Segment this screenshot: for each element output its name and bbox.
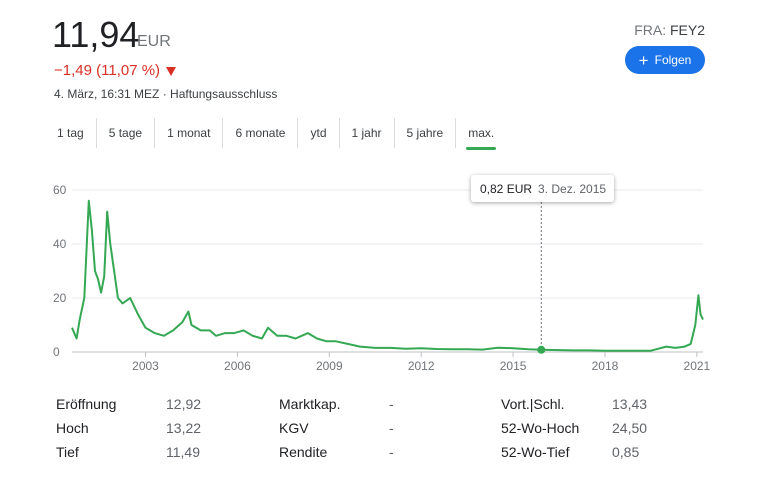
x-tick-label: 2015 <box>500 359 527 373</box>
stat-label: Vort.|Schl. <box>501 396 565 412</box>
x-tick-label: 2021 <box>684 359 711 373</box>
y-tick-label: 20 <box>53 291 67 305</box>
y-tick-label: 0 <box>53 345 60 359</box>
stat-value: 24,50 <box>612 420 648 436</box>
stat-label: Eröffnung <box>56 396 117 412</box>
tab-5-jahre[interactable]: 5 jahre <box>395 118 457 148</box>
plus-icon: + <box>638 50 649 70</box>
arrow-down-icon <box>166 67 177 76</box>
marker-point <box>537 345 546 354</box>
time-range-tabs: 1 tag 5 tage 1 monat 6 monate ytd 1 jahr… <box>45 118 506 150</box>
stat-value: 13,43 <box>612 396 648 412</box>
y-tick-label: 60 <box>53 183 67 197</box>
y-tick-label: 40 <box>53 237 67 251</box>
tab-1-tag[interactable]: 1 tag <box>45 118 97 148</box>
stats-row: Hoch 13,22 KGV - 52-Wo-Hoch 24,50 <box>56 420 706 444</box>
price-change-text: −1,49 (11,07 %) <box>54 62 161 79</box>
price-chart[interactable]: 60 40 20 0 2003 2006 2009 2012 2015 2018 2021 <box>0 170 769 380</box>
exchange-label: FRA: <box>634 22 667 38</box>
stock-price: 11,94 <box>52 14 140 55</box>
x-tick-label: 2003 <box>132 359 159 373</box>
tab-max[interactable]: max. <box>456 118 506 150</box>
stat-value: 11,49 <box>166 444 200 460</box>
stats-table: Eröffnung 12,92 Marktkap. - Vort.|Schl. 13,… <box>56 396 706 468</box>
stat-label: Tief <box>56 444 79 460</box>
stat-value: 13,22 <box>166 420 202 436</box>
ticker-symbol: FRA: FEY2 <box>634 22 705 38</box>
currency-label: EUR <box>137 33 171 50</box>
x-tick-label: 2018 <box>592 359 619 373</box>
stat-label: Rendite <box>279 444 328 460</box>
stats-row: Eröffnung 12,92 Marktkap. - Vort.|Schl. 13,… <box>56 396 706 420</box>
chart-tooltip: 0,82 EUR 3. Dez. 2015 <box>471 175 614 202</box>
tab-ytd[interactable]: ytd <box>298 118 340 148</box>
tab-1-monat[interactable]: 1 monat <box>155 118 224 148</box>
quote-timestamp: 4. März, 16:31 MEZ · Haftungsausschluss <box>54 87 278 101</box>
stat-label: 52-Wo-Tief <box>501 444 570 460</box>
stat-value: 12,92 <box>166 396 202 412</box>
stat-value: - <box>389 396 394 412</box>
tab-6-monate[interactable]: 6 monate <box>223 118 299 148</box>
tab-5-tage[interactable]: 5 tage <box>97 118 156 148</box>
stats-row: Tief 11,49 Rendite - 52-Wo-Tief 0,85 <box>56 444 706 468</box>
stat-value: - <box>389 420 394 436</box>
x-tick-label: 2012 <box>408 359 435 373</box>
stat-label: KGV <box>279 420 309 436</box>
stat-value: - <box>389 444 394 460</box>
symbol-label: FEY2 <box>669 22 705 38</box>
x-tick-label: 2006 <box>224 359 251 373</box>
stat-label: Marktkap. <box>279 396 341 412</box>
x-tick-label: 2009 <box>316 359 343 373</box>
stat-label: 52-Wo-Hoch <box>501 420 580 436</box>
price-change: −1,49 (11,07 %) <box>54 62 177 79</box>
tooltip-price: 0,82 EUR <box>480 181 533 196</box>
stat-value: 0,85 <box>612 444 640 460</box>
stat-label: Hoch <box>56 420 89 436</box>
price-line <box>71 199 704 352</box>
follow-button[interactable]: + Folgen <box>625 46 705 74</box>
follow-label: Folgen <box>654 53 692 67</box>
tooltip-date: 3. Dez. 2015 <box>538 181 607 196</box>
tab-1-jahr[interactable]: 1 jahr <box>340 118 395 148</box>
